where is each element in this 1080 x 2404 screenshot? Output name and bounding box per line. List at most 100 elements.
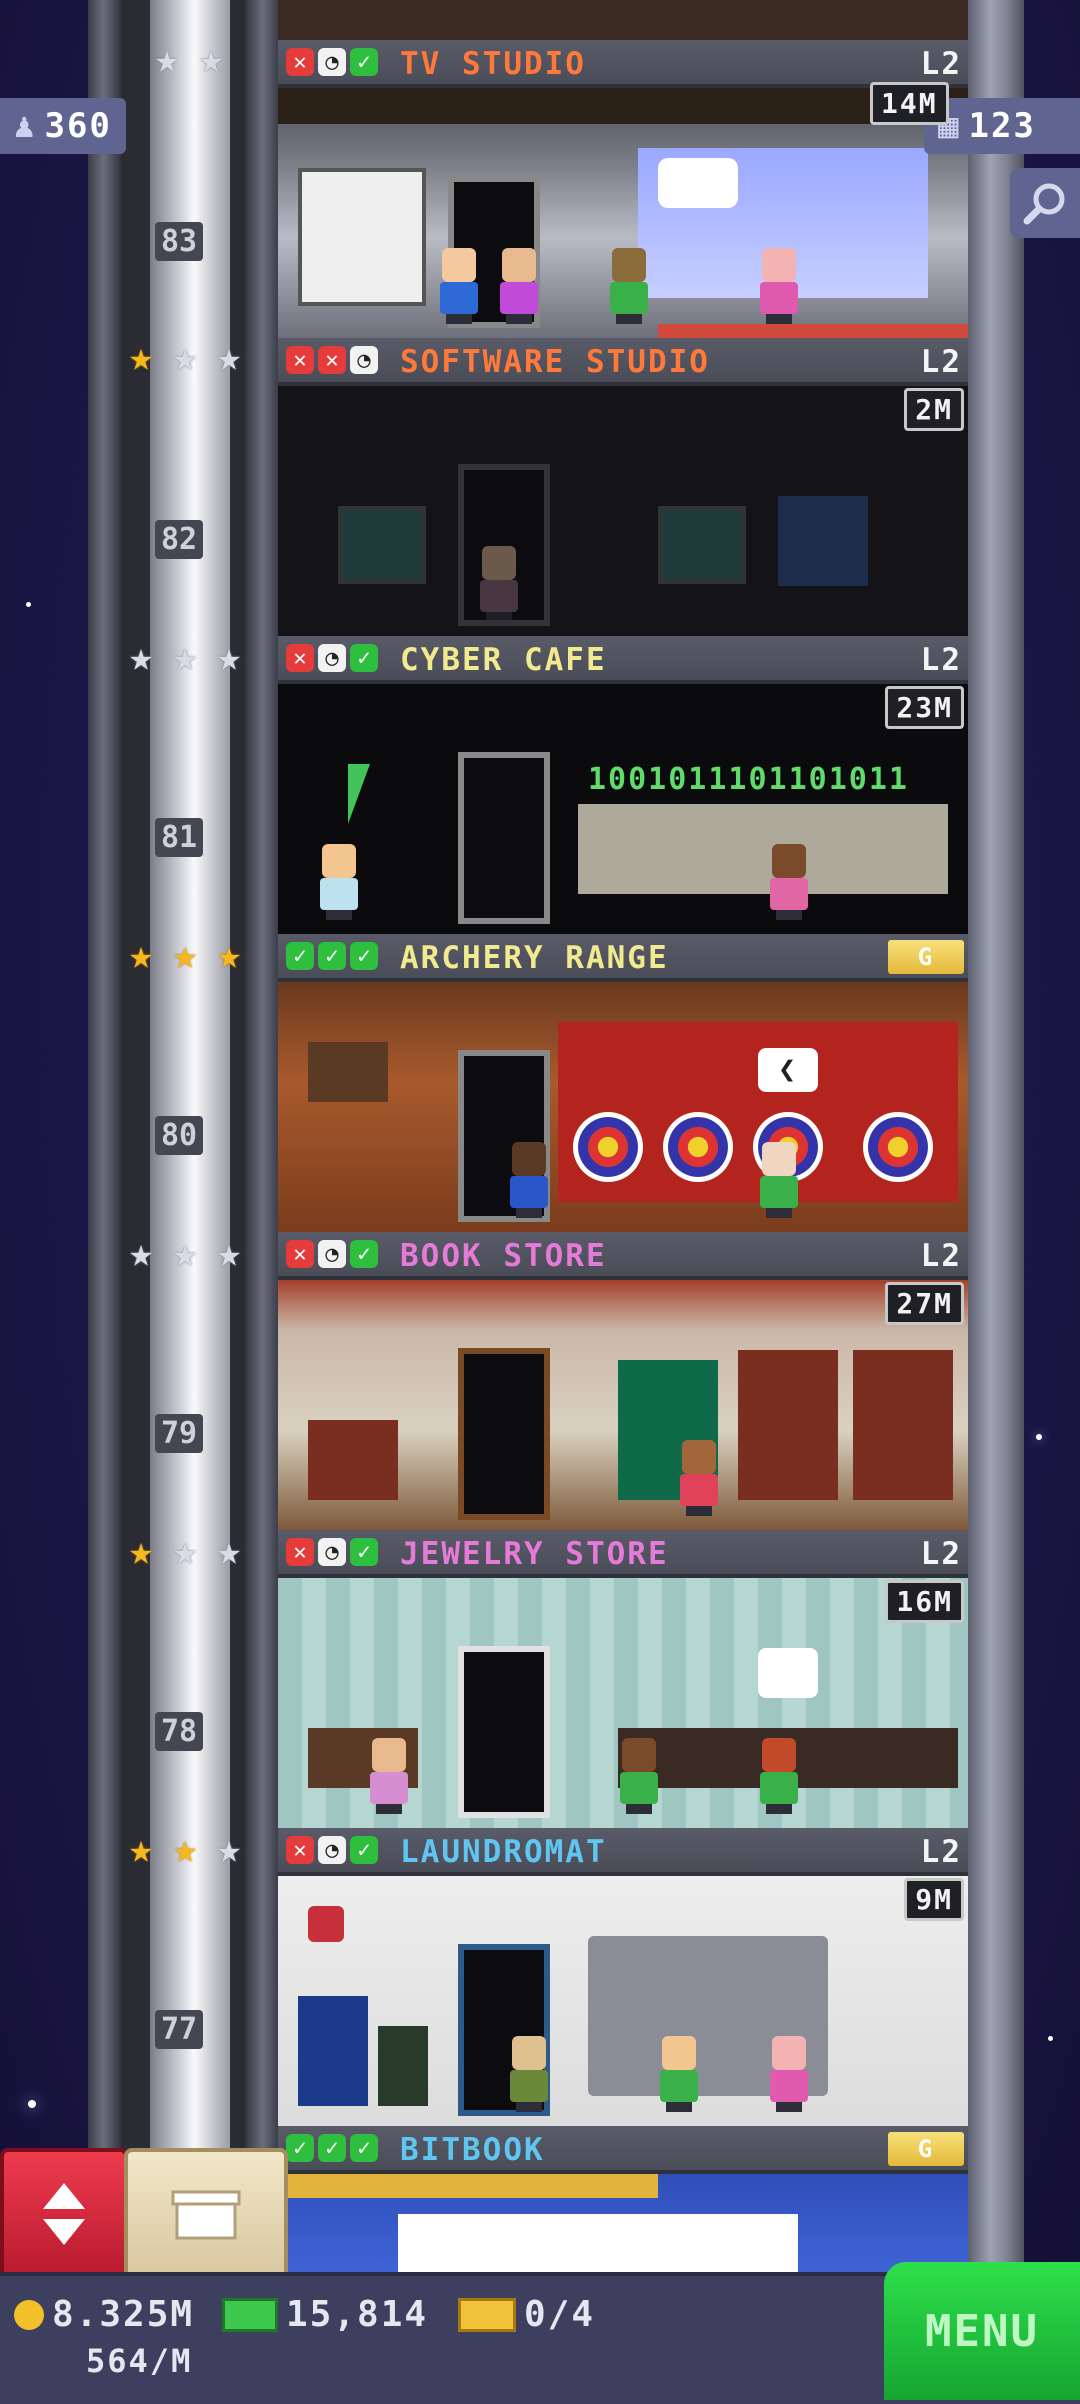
coins-display[interactable]: 8.325M (14, 2294, 194, 2335)
revenue-badge: 27M (885, 1282, 964, 1325)
tenant[interactable] (438, 248, 478, 324)
room-laundromat: 9M (278, 1876, 968, 2126)
floor-book-store[interactable]: ✕ ◔ ✓ BOOK STORE L2 27M (278, 1232, 968, 1530)
status-icons: ✓ ✓ ✓ (286, 942, 378, 970)
floor-bitbook[interactable]: ✓ ✓ ✓ BITBOOK G (278, 2126, 968, 2272)
gold-rank-badge: G (888, 940, 964, 974)
ticket-icon (458, 2297, 516, 2332)
tenant[interactable] (768, 844, 808, 920)
coins-rate: 564/M (86, 2342, 193, 2380)
population-counter[interactable]: ♟ 360 (0, 98, 126, 154)
floor-number: 80 (155, 1116, 204, 1155)
tenant[interactable] (678, 1440, 718, 1516)
floor-header: ✓ ✓ ✓ BITBOOK G (278, 2126, 968, 2174)
check-icon: ✓ (350, 942, 378, 970)
room-bitbook (278, 2174, 968, 2272)
bookshelf (853, 1350, 953, 1500)
floor-software-studio[interactable]: ✕ ✕ ◔ SOFTWARE STUDIO L2 2M (278, 338, 968, 636)
x-icon: ✕ (286, 346, 314, 374)
tenant[interactable] (318, 844, 358, 920)
population-value: 360 (44, 106, 112, 146)
star-icon: ★ (216, 1528, 242, 1574)
check-icon: ✓ (350, 1538, 378, 1566)
floor-level: L2 (920, 1238, 962, 1274)
coins-value: 8.325M (52, 2294, 195, 2335)
tenant[interactable] (758, 248, 798, 324)
check-icon: ✓ (350, 1240, 378, 1268)
tenant[interactable] (498, 248, 538, 324)
floor-name: SOFTWARE STUDIO (400, 344, 710, 380)
floor-name: JEWELRY STORE (400, 1536, 669, 1572)
revenue-badge: 16M (885, 1580, 964, 1623)
target-icon (573, 1112, 643, 1182)
x-icon: ✕ (318, 346, 346, 374)
tenant[interactable] (508, 1142, 548, 1218)
storage-box-button[interactable] (124, 2148, 288, 2280)
star-icon: ★ (216, 932, 242, 978)
target-icon (663, 1112, 733, 1182)
tenant[interactable] (478, 546, 518, 622)
room-jewelry-store: 16M (278, 1578, 968, 1828)
clock-icon: ◔ (350, 346, 378, 374)
floor-tv-studio[interactable]: ✕ ◔ ✓ TV STUDIO L2 14M (278, 40, 968, 338)
camera-console (298, 168, 426, 306)
status-icons: ✕ ◔ ✓ (286, 644, 378, 672)
x-icon: ✕ (286, 1240, 314, 1268)
floor-jewelry-store[interactable]: ✕ ◔ ✓ JEWELRY STORE L2 16M (278, 1530, 968, 1828)
no-sign-icon (308, 1906, 344, 1942)
floors-value: 123 (968, 106, 1036, 146)
tenant[interactable] (368, 1738, 408, 1814)
check-icon: ✓ (286, 942, 314, 970)
cursor-icon (348, 764, 370, 824)
room-tv-studio (278, 88, 968, 338)
magnifier-icon (1023, 183, 1065, 225)
tickets-display[interactable]: 0/4 (458, 2294, 595, 2335)
floor-header: ✕ ◔ ✓ CYBER CAFE L2 (278, 636, 968, 684)
floor-level: L2 (920, 46, 962, 82)
floor-header: ✓ ✓ ✓ ARCHERY RANGE G (278, 934, 968, 982)
tenant[interactable] (658, 2036, 698, 2112)
vending-machine (298, 1996, 368, 2106)
status-icons: ✕ ◔ ✓ (286, 1836, 378, 1864)
binary-sign: 1001011101101011 (588, 762, 909, 797)
bux-value: 15,814 (286, 2294, 429, 2335)
floor-stars: ★ ★ ★ (120, 1232, 250, 1274)
floor-archery-range[interactable]: ✓ ✓ ✓ ARCHERY RANGE G ❮ (278, 934, 968, 1232)
floor-header: ✕ ✕ ◔ SOFTWARE STUDIO L2 (278, 338, 968, 386)
menu-button[interactable]: MENU (884, 2262, 1080, 2400)
star-icon: ★ (172, 334, 198, 380)
star-icon: ★ (216, 1826, 242, 1872)
up-down-arrows-icon (43, 2183, 85, 2245)
computer-desks (578, 804, 948, 894)
tenant[interactable] (758, 1738, 798, 1814)
star-icon: ★ (172, 1528, 198, 1574)
star-icon: ★ (128, 1826, 154, 1872)
cash-icon (222, 2297, 278, 2332)
floor-header: ✕ ◔ ✓ LAUNDROMAT L2 (278, 1828, 968, 1876)
status-icons: ✕ ◔ ✓ (286, 1538, 378, 1566)
search-button[interactable] (1010, 168, 1080, 238)
tenant[interactable] (758, 1142, 798, 1218)
check-icon: ✓ (286, 2134, 314, 2162)
check-icon: ✓ (318, 942, 346, 970)
floor-cyber-cafe[interactable]: ✕ ◔ ✓ CYBER CAFE L2 23M 1001011101101011 (278, 636, 968, 934)
door (458, 752, 550, 924)
star-icon: ★ (216, 634, 242, 680)
speech-bubble: ❮ (758, 1048, 818, 1092)
bux-display[interactable]: 15,814 (222, 2294, 428, 2335)
change-machine (378, 2026, 428, 2106)
star-icon: ★ (128, 634, 154, 680)
star-icon: ★ (128, 1230, 154, 1276)
tenant[interactable] (608, 248, 648, 324)
tickets-value: 0/4 (524, 2294, 596, 2335)
clock-icon: ◔ (318, 644, 346, 672)
partial-floor-top (278, 0, 968, 40)
elevator-button[interactable] (0, 2148, 128, 2280)
floor-laundromat[interactable]: ✕ ◔ ✓ LAUNDROMAT L2 9M (278, 1828, 968, 2126)
tenant[interactable] (768, 2036, 808, 2112)
target-icon (863, 1112, 933, 1182)
speech-bubble (658, 158, 738, 208)
tenant[interactable] (508, 2036, 548, 2112)
tenant[interactable] (618, 1738, 658, 1814)
door (458, 1646, 550, 1818)
